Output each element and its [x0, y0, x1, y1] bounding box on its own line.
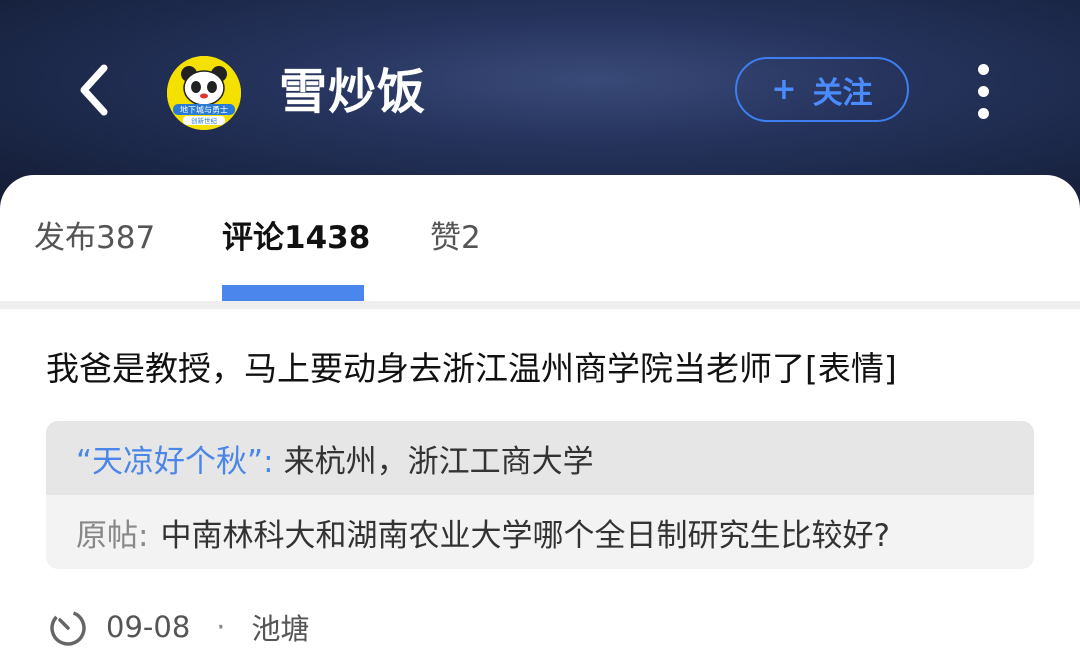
tab-likes[interactable]: 赞2 — [430, 213, 481, 263]
original-post-title: 中南林科大和湖南农业大学哪个全日制研究生比较好? — [160, 517, 890, 554]
follow-button[interactable]: + 关注 — [735, 57, 909, 122]
active-tab-indicator — [222, 285, 364, 301]
meta-separator: · — [216, 610, 226, 644]
chevron-left-icon — [80, 64, 108, 116]
post-meta: 09-08 · 池塘 — [48, 605, 310, 649]
reply-row[interactable]: “天凉好个秋”: 来杭州，浙江工商大学 — [46, 421, 1034, 495]
avatar[interactable]: 地下城与勇士 创新世纪 — [167, 56, 241, 130]
original-post-row[interactable]: 原帖: 中南林科大和湖南农业大学哪个全日制研究生比较好? — [46, 495, 1034, 569]
panda-avatar-image: 地下城与勇士 创新世纪 — [167, 56, 241, 130]
post-date: 09-08 — [106, 610, 191, 644]
svg-text:地下城与勇士: 地下城与勇士 — [180, 105, 228, 115]
page-title: 雪炒饭 — [279, 64, 427, 120]
post-source[interactable]: 池塘 — [252, 606, 310, 648]
plus-icon: + — [771, 71, 797, 107]
comment-text[interactable]: 我爸是教授，马上要动身去浙江温州商学院当老师了[表情] — [46, 347, 897, 391]
profile-header: 地下城与勇士 创新世纪 雪炒饭 + 关注 — [0, 0, 1080, 200]
tab-comments[interactable]: 评论1438 — [222, 213, 370, 263]
content-card: 发布387 评论1438 赞2 我爸是教授，马上要动身去浙江温州商学院当老师了[… — [0, 175, 1080, 658]
follow-label: 关注 — [812, 75, 873, 111]
more-vertical-icon[interactable] — [966, 60, 1002, 124]
reply-text: 来杭州，浙江工商大学 — [283, 443, 594, 480]
quote-box: “天凉好个秋”: 来杭州，浙江工商大学 原帖: 中南林科大和湖南农业大学哪个全日… — [46, 421, 1034, 569]
svg-text:创新世纪: 创新世纪 — [191, 116, 218, 125]
original-post-label: 原帖: — [76, 517, 149, 554]
tab-bar: 发布387 评论1438 赞2 — [0, 175, 1080, 301]
reply-user[interactable]: “天凉好个秋”: — [76, 436, 274, 481]
divider — [0, 301, 1080, 309]
tab-posts[interactable]: 发布387 — [34, 213, 155, 263]
back-button[interactable] — [62, 58, 126, 122]
clock-icon — [50, 610, 86, 646]
